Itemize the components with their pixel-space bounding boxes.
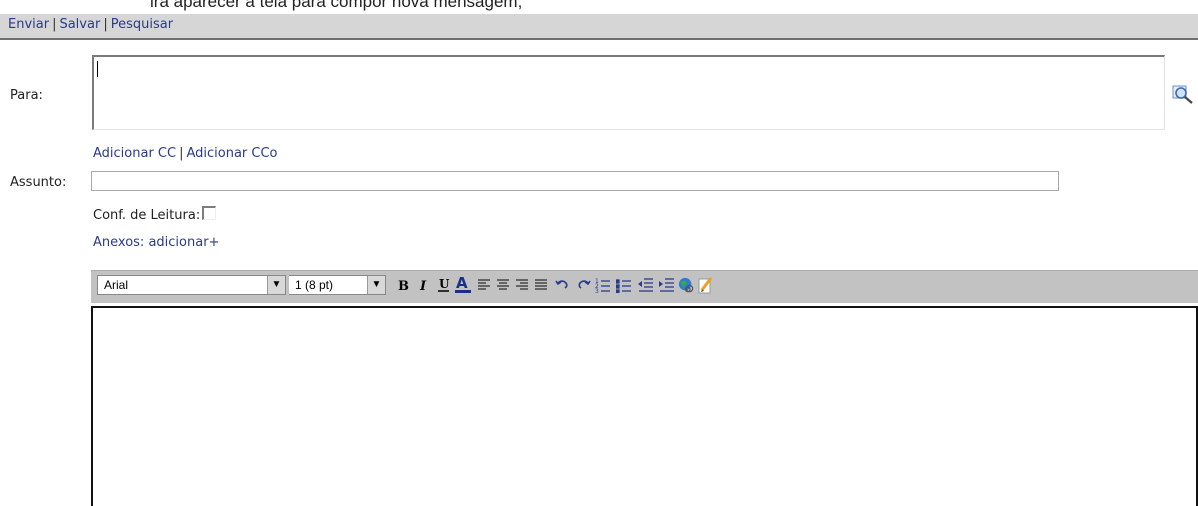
message-body-editor[interactable] <box>91 306 1198 506</box>
separator: | <box>179 146 184 161</box>
send-link[interactable]: Enviar <box>8 17 49 32</box>
italic-icon[interactable]: I <box>416 276 432 294</box>
align-justify-icon[interactable] <box>533 276 549 294</box>
align-right-icon[interactable] <box>514 276 530 294</box>
editor-toolbar: Arial ▼ 1 (8 pt) ▼ B I U A 123 <box>91 270 1198 303</box>
to-label: Para: <box>10 88 43 103</box>
to-field[interactable] <box>92 55 1165 130</box>
svg-text:B: B <box>398 279 409 292</box>
align-left-icon[interactable] <box>476 276 492 294</box>
text-caret <box>97 61 98 77</box>
cutoff-caption: irá aparecer a tela para compor nova men… <box>150 0 523 11</box>
subject-label: Assunto: <box>10 175 67 190</box>
indent-icon[interactable] <box>659 276 675 294</box>
subject-input[interactable] <box>91 171 1059 191</box>
attachments-label: Anexos: <box>93 235 145 250</box>
bullet-list-icon[interactable] <box>616 276 632 294</box>
save-link[interactable]: Salvar <box>59 17 100 32</box>
add-cc-link[interactable]: Adicionar CC <box>93 146 176 161</box>
align-center-icon[interactable] <box>495 276 511 294</box>
top-actions: Enviar | Salvar | Pesquisar <box>8 17 173 32</box>
attachments-row: Anexos: adicionar+ <box>93 235 219 250</box>
top-action-bar: Enviar | Salvar | Pesquisar <box>0 14 1198 40</box>
font-color-icon[interactable]: A <box>455 276 471 294</box>
underline-icon[interactable]: U <box>436 276 452 294</box>
outdent-icon[interactable] <box>638 276 654 294</box>
size-select-value: 1 (8 pt) <box>295 278 334 292</box>
svg-text:I: I <box>419 279 427 292</box>
chevron-down-icon: ▼ <box>367 276 385 294</box>
add-attachment-link[interactable]: adicionar+ <box>148 235 219 250</box>
read-receipt-row: Conf. de Leitura: <box>93 206 217 223</box>
font-select-value: Arial <box>104 278 129 292</box>
font-select[interactable]: Arial ▼ <box>97 275 286 295</box>
cc-links: Adicionar CC | Adicionar CCo <box>93 146 278 161</box>
svg-text:U: U <box>439 277 450 291</box>
search-link[interactable]: Pesquisar <box>111 17 173 32</box>
chevron-down-icon: ▼ <box>267 276 285 294</box>
contact-search-icon[interactable] <box>1172 83 1194 105</box>
redo-icon[interactable] <box>576 276 592 294</box>
insert-link-icon[interactable] <box>678 276 694 294</box>
add-bcc-link[interactable]: Adicionar CCo <box>186 146 277 161</box>
spell-check-icon[interactable] <box>698 276 714 294</box>
svg-text:3: 3 <box>595 288 599 293</box>
bold-icon[interactable]: B <box>395 276 411 294</box>
undo-icon[interactable] <box>554 276 570 294</box>
separator: | <box>103 17 108 32</box>
separator: | <box>52 17 57 32</box>
read-receipt-checkbox[interactable] <box>202 206 217 220</box>
svg-text:A: A <box>456 276 468 292</box>
size-select[interactable]: 1 (8 pt) ▼ <box>289 275 386 295</box>
numbered-list-icon[interactable]: 123 <box>595 276 611 294</box>
read-receipt-label: Conf. de Leitura: <box>93 208 201 223</box>
